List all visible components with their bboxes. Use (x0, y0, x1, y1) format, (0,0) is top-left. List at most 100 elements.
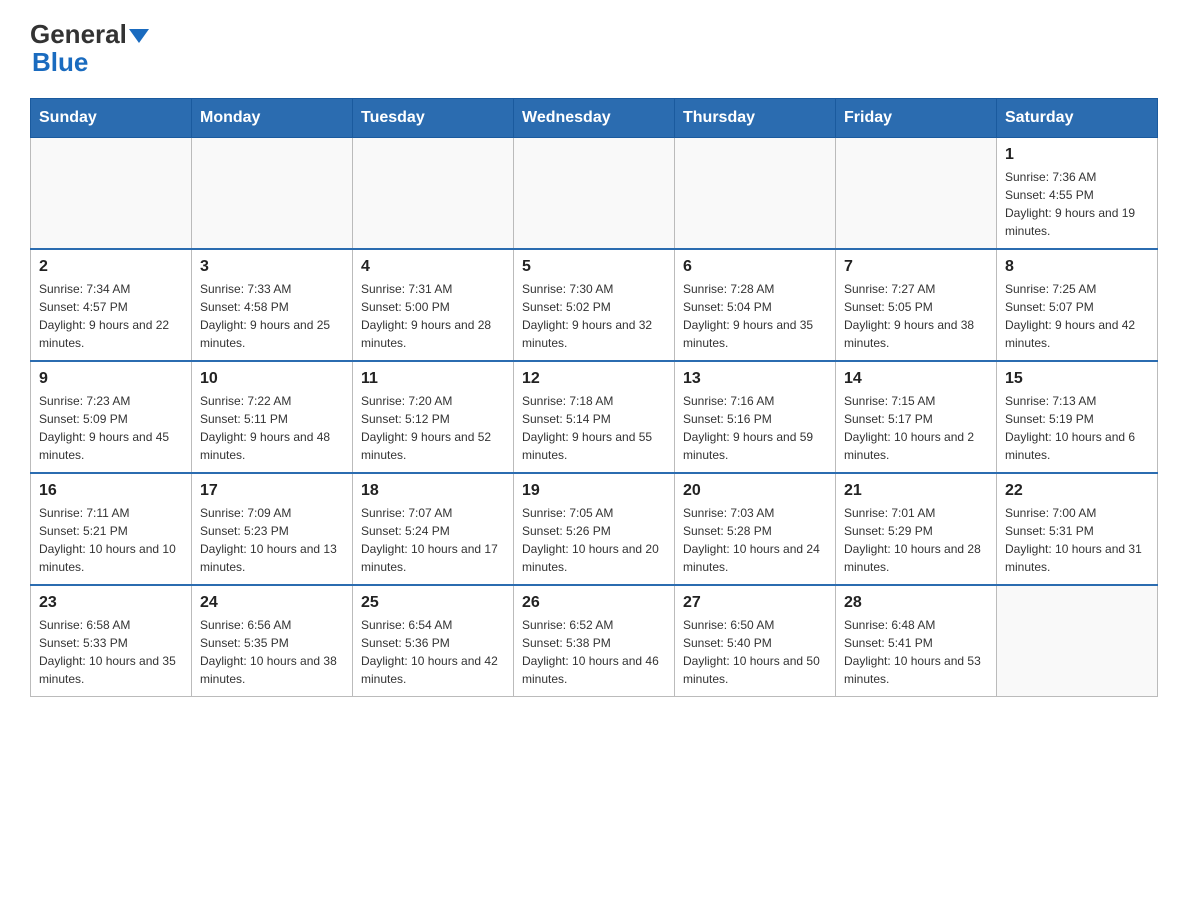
calendar-cell: 11Sunrise: 7:20 AM Sunset: 5:12 PM Dayli… (353, 361, 514, 473)
day-number: 3 (200, 258, 344, 276)
calendar-cell: 5 Sunrise: 7:30 AM Sunset: 5:02 PM Daylig… (514, 249, 675, 361)
day-number: 24 (200, 594, 344, 612)
day-info: Sunrise: 6:58 AM Sunset: 5:33 PM Dayligh… (39, 616, 183, 688)
calendar-cell (997, 585, 1158, 697)
calendar-cell: 6 Sunrise: 7:28 AM Sunset: 5:04 PM Daylig… (675, 249, 836, 361)
day-info: Sunrise: 7:18 AM Sunset: 5:14 PM Dayligh… (522, 392, 666, 464)
day-info: Sunrise: 7:23 AM Sunset: 5:09 PM Dayligh… (39, 392, 183, 464)
day-number: 1 (1005, 146, 1149, 164)
day-info: Sunrise: 7:01 AM Sunset: 5:29 PM Dayligh… (844, 504, 988, 576)
calendar-week-row: 2 Sunrise: 7:34 AM Sunset: 4:57 PM Daylig… (31, 249, 1158, 361)
day-info: Sunrise: 7:22 AM Sunset: 5:11 PM Dayligh… (200, 392, 344, 464)
day-info: Sunrise: 6:56 AM Sunset: 5:35 PM Dayligh… (200, 616, 344, 688)
calendar-week-row: 9 Sunrise: 7:23 AM Sunset: 5:09 PM Daylig… (31, 361, 1158, 473)
calendar-cell: 10 Sunrise: 7:22 AM Sunset: 5:11 PM Dayli… (192, 361, 353, 473)
calendar-cell: 14 Sunrise: 7:15 AM Sunset: 5:17 PM Dayli… (836, 361, 997, 473)
logo: General Blue (30, 20, 149, 78)
day-info: Sunrise: 7:34 AM Sunset: 4:57 PM Dayligh… (39, 280, 183, 352)
day-number: 26 (522, 594, 666, 612)
day-number: 7 (844, 258, 988, 276)
calendar-cell: 27 Sunrise: 6:50 AM Sunset: 5:40 PM Dayli… (675, 585, 836, 697)
day-info: Sunrise: 7:30 AM Sunset: 5:02 PM Dayligh… (522, 280, 666, 352)
day-info: Sunrise: 7:28 AM Sunset: 5:04 PM Dayligh… (683, 280, 827, 352)
calendar-cell: 26 Sunrise: 6:52 AM Sunset: 5:38 PM Dayli… (514, 585, 675, 697)
calendar-cell: 23 Sunrise: 6:58 AM Sunset: 5:33 PM Dayli… (31, 585, 192, 697)
day-info: Sunrise: 7:11 AM Sunset: 5:21 PM Dayligh… (39, 504, 183, 576)
day-number: 18 (361, 482, 505, 500)
calendar-cell: 3 Sunrise: 7:33 AM Sunset: 4:58 PM Daylig… (192, 249, 353, 361)
calendar-week-row: 16Sunrise: 7:11 AM Sunset: 5:21 PM Dayli… (31, 473, 1158, 585)
calendar-cell: 15 Sunrise: 7:13 AM Sunset: 5:19 PM Dayli… (997, 361, 1158, 473)
day-number: 20 (683, 482, 827, 500)
day-number: 21 (844, 482, 988, 500)
day-number: 28 (844, 594, 988, 612)
day-number: 13 (683, 370, 827, 388)
day-info: Sunrise: 7:20 AM Sunset: 5:12 PM Dayligh… (361, 392, 505, 464)
day-number: 22 (1005, 482, 1149, 500)
day-info: Sunrise: 7:07 AM Sunset: 5:24 PM Dayligh… (361, 504, 505, 576)
day-info: Sunrise: 7:25 AM Sunset: 5:07 PM Dayligh… (1005, 280, 1149, 352)
calendar-cell: 22 Sunrise: 7:00 AM Sunset: 5:31 PM Dayli… (997, 473, 1158, 585)
day-number: 15 (1005, 370, 1149, 388)
page-header: General Blue (30, 20, 1158, 78)
day-number: 5 (522, 258, 666, 276)
calendar-cell: 24 Sunrise: 6:56 AM Sunset: 5:35 PM Dayli… (192, 585, 353, 697)
day-info: Sunrise: 6:52 AM Sunset: 5:38 PM Dayligh… (522, 616, 666, 688)
calendar-week-row: 23 Sunrise: 6:58 AM Sunset: 5:33 PM Dayli… (31, 585, 1158, 697)
day-info: Sunrise: 6:50 AM Sunset: 5:40 PM Dayligh… (683, 616, 827, 688)
day-info: Sunrise: 7:15 AM Sunset: 5:17 PM Dayligh… (844, 392, 988, 464)
calendar-cell: 4 Sunrise: 7:31 AM Sunset: 5:00 PM Daylig… (353, 249, 514, 361)
calendar-cell: 16Sunrise: 7:11 AM Sunset: 5:21 PM Dayli… (31, 473, 192, 585)
calendar-week-row: 1 Sunrise: 7:36 AM Sunset: 4:55 PM Daylig… (31, 137, 1158, 249)
day-info: Sunrise: 6:48 AM Sunset: 5:41 PM Dayligh… (844, 616, 988, 688)
calendar-cell (192, 137, 353, 249)
col-header-wednesday: Wednesday (514, 98, 675, 137)
day-info: Sunrise: 7:33 AM Sunset: 4:58 PM Dayligh… (200, 280, 344, 352)
calendar-cell: 21 Sunrise: 7:01 AM Sunset: 5:29 PM Dayli… (836, 473, 997, 585)
day-number: 17 (200, 482, 344, 500)
day-number: 27 (683, 594, 827, 612)
day-number: 23 (39, 594, 183, 612)
col-header-tuesday: Tuesday (353, 98, 514, 137)
calendar-cell (514, 137, 675, 249)
day-info: Sunrise: 6:54 AM Sunset: 5:36 PM Dayligh… (361, 616, 505, 688)
day-info: Sunrise: 7:31 AM Sunset: 5:00 PM Dayligh… (361, 280, 505, 352)
day-info: Sunrise: 7:03 AM Sunset: 5:28 PM Dayligh… (683, 504, 827, 576)
day-number: 12 (522, 370, 666, 388)
col-header-monday: Monday (192, 98, 353, 137)
day-number: 14 (844, 370, 988, 388)
calendar-cell: 18 Sunrise: 7:07 AM Sunset: 5:24 PM Dayli… (353, 473, 514, 585)
day-number: 10 (200, 370, 344, 388)
col-header-sunday: Sunday (31, 98, 192, 137)
day-number: 2 (39, 258, 183, 276)
calendar-cell: 2 Sunrise: 7:34 AM Sunset: 4:57 PM Daylig… (31, 249, 192, 361)
day-info: Sunrise: 7:13 AM Sunset: 5:19 PM Dayligh… (1005, 392, 1149, 464)
calendar-cell (353, 137, 514, 249)
calendar-cell: 9 Sunrise: 7:23 AM Sunset: 5:09 PM Daylig… (31, 361, 192, 473)
col-header-saturday: Saturday (997, 98, 1158, 137)
calendar-cell: 28 Sunrise: 6:48 AM Sunset: 5:41 PM Dayli… (836, 585, 997, 697)
calendar-cell: 12 Sunrise: 7:18 AM Sunset: 5:14 PM Dayli… (514, 361, 675, 473)
day-number: 9 (39, 370, 183, 388)
calendar-table: SundayMondayTuesdayWednesdayThursdayFrid… (30, 98, 1158, 697)
logo-text: General (30, 20, 149, 49)
day-info: Sunrise: 7:27 AM Sunset: 5:05 PM Dayligh… (844, 280, 988, 352)
calendar-cell: 19Sunrise: 7:05 AM Sunset: 5:26 PM Dayli… (514, 473, 675, 585)
col-header-thursday: Thursday (675, 98, 836, 137)
day-info: Sunrise: 7:16 AM Sunset: 5:16 PM Dayligh… (683, 392, 827, 464)
calendar-cell: 20 Sunrise: 7:03 AM Sunset: 5:28 PM Dayli… (675, 473, 836, 585)
calendar-cell: 25 Sunrise: 6:54 AM Sunset: 5:36 PM Dayli… (353, 585, 514, 697)
calendar-header-row: SundayMondayTuesdayWednesdayThursdayFrid… (31, 98, 1158, 137)
col-header-friday: Friday (836, 98, 997, 137)
calendar-cell: 1 Sunrise: 7:36 AM Sunset: 4:55 PM Daylig… (997, 137, 1158, 249)
calendar-cell: 17Sunrise: 7:09 AM Sunset: 5:23 PM Dayli… (192, 473, 353, 585)
calendar-cell (31, 137, 192, 249)
day-info: Sunrise: 7:00 AM Sunset: 5:31 PM Dayligh… (1005, 504, 1149, 576)
logo-blue: Blue (32, 47, 88, 78)
day-number: 25 (361, 594, 505, 612)
day-number: 6 (683, 258, 827, 276)
calendar-cell: 13 Sunrise: 7:16 AM Sunset: 5:16 PM Dayli… (675, 361, 836, 473)
day-info: Sunrise: 7:36 AM Sunset: 4:55 PM Dayligh… (1005, 168, 1149, 240)
day-number: 4 (361, 258, 505, 276)
calendar-cell (836, 137, 997, 249)
